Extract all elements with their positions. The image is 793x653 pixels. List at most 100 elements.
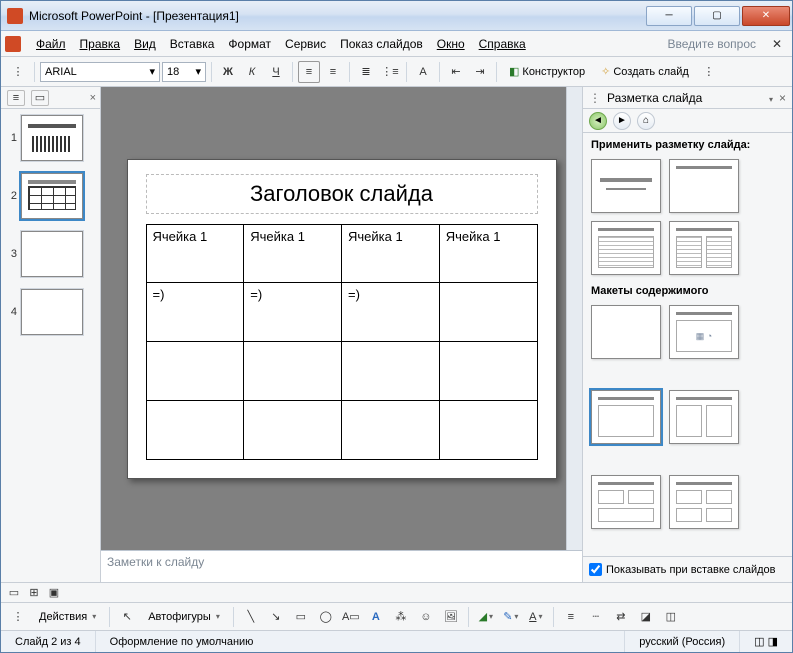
numbered-list-button[interactable]: ≣ <box>355 61 377 83</box>
align-center-button[interactable]: ≡ <box>322 61 344 83</box>
rect-tool[interactable]: ▭ <box>290 606 312 628</box>
bulleted-list-button[interactable]: ⋮≡ <box>379 61 401 83</box>
layout-blank[interactable] <box>591 305 661 359</box>
doc-close-button[interactable]: ✕ <box>772 37 782 51</box>
toolbar-overflow-3[interactable]: ⋮ <box>7 606 29 628</box>
actions-menu[interactable]: Действия <box>32 606 103 628</box>
bold-button[interactable]: Ж <box>217 61 239 83</box>
cell-0-0[interactable]: Ячейка 1 <box>146 224 244 283</box>
decrease-indent-button[interactable]: ⇤ <box>445 61 467 83</box>
wordart-tool[interactable]: A <box>365 606 387 628</box>
cell-1-0[interactable]: =) <box>146 283 244 342</box>
cell-0-2[interactable]: Ячейка 1 <box>342 224 440 283</box>
slide-thumb-4[interactable]: 4 <box>7 289 94 335</box>
cell-2-3[interactable] <box>439 342 537 401</box>
notes-pane[interactable]: Заметки к слайду <box>101 550 582 582</box>
taskpane-close-button[interactable]: × <box>779 91 786 105</box>
nav-home-button[interactable]: ⌂ <box>637 112 655 130</box>
layout-c1[interactable] <box>591 475 661 529</box>
slide-thumb-2[interactable]: 2 <box>7 173 94 219</box>
cell-1-3[interactable] <box>439 283 537 342</box>
pointer-tool[interactable]: ↖ <box>116 606 138 628</box>
outline-tab[interactable]: ≡ <box>7 90 25 106</box>
cell-3-0[interactable] <box>146 400 244 459</box>
layout-c2[interactable] <box>669 475 739 529</box>
menu-file[interactable]: Файл <box>29 34 73 54</box>
slide-canvas[interactable]: Заголовок слайда Ячейка 1Ячейка 1Ячейка … <box>127 159 557 479</box>
slide-title-placeholder[interactable]: Заголовок слайда <box>146 174 538 214</box>
dash-style-button[interactable]: ┄ <box>585 606 607 628</box>
designer-button[interactable]: ◧Конструктор <box>502 61 592 83</box>
fill-color-button[interactable]: ◢ <box>475 606 497 628</box>
layout-content[interactable]: ▦ ◔ <box>669 305 739 359</box>
underline-button[interactable]: Ч <box>265 61 287 83</box>
layout-two-text[interactable] <box>669 221 739 275</box>
cell-3-2[interactable] <box>342 400 440 459</box>
toolbar-overflow-1[interactable]: ⋮ <box>7 61 29 83</box>
sorter-view-button[interactable]: ⊞ <box>25 585 43 601</box>
slideshow-view-button[interactable]: ▣ <box>45 585 63 601</box>
textbox-tool[interactable]: A▭ <box>340 606 362 628</box>
cell-3-3[interactable] <box>439 400 537 459</box>
menu-help[interactable]: Справка <box>472 34 533 54</box>
menu-view[interactable]: Вид <box>127 34 163 54</box>
menu-insert[interactable]: Вставка <box>163 34 222 54</box>
nav-back-button[interactable]: ◄ <box>589 112 607 130</box>
font-size-select[interactable]: 18▾ <box>162 62 206 82</box>
layout-title-text[interactable] <box>591 221 661 275</box>
menu-edit[interactable]: Правка <box>73 34 128 54</box>
cell-0-1[interactable]: Ячейка 1 <box>244 224 342 283</box>
slides-tab[interactable]: ▭ <box>31 90 49 106</box>
slide-table[interactable]: Ячейка 1Ячейка 1Ячейка 1Ячейка 1 =)=)=) <box>146 224 538 460</box>
italic-button[interactable]: К <box>241 61 263 83</box>
cell-0-3[interactable]: Ячейка 1 <box>439 224 537 283</box>
font-size-up-button[interactable]: A <box>412 61 434 83</box>
font-select[interactable]: ARIAL▾ <box>40 62 160 82</box>
taskpane-menu-button[interactable] <box>767 91 773 105</box>
statusbar: Слайд 2 из 4 Оформление по умолчанию рус… <box>1 630 792 652</box>
slide-thumb-3[interactable]: 3 <box>7 231 94 277</box>
line-tool[interactable]: ╲ <box>240 606 262 628</box>
cell-2-1[interactable] <box>244 342 342 401</box>
editor-vscrollbar[interactable] <box>566 87 582 550</box>
autoshapes-menu[interactable]: Автофигуры <box>141 606 227 628</box>
menu-tools[interactable]: Сервис <box>278 34 333 54</box>
layout-title-slide[interactable] <box>591 159 661 213</box>
toolbar-overflow-2[interactable]: ⋮ <box>698 61 720 83</box>
new-slide-button[interactable]: ✧Создать слайд <box>594 61 696 83</box>
layout-title-content-selected[interactable] <box>591 390 661 444</box>
tp-handle-icon[interactable]: ⋮ <box>589 91 601 105</box>
slide-thumb-1[interactable]: 1 <box>7 115 94 161</box>
oval-tool[interactable]: ◯ <box>315 606 337 628</box>
menu-format[interactable]: Формат <box>221 34 278 54</box>
arrow-style-button[interactable]: ⇄ <box>610 606 632 628</box>
layout-two-content[interactable] <box>669 390 739 444</box>
arrow-tool[interactable]: ↘ <box>265 606 287 628</box>
line-weight-button[interactable]: ≡ <box>560 606 582 628</box>
status-language[interactable]: русский (Россия) <box>625 631 740 652</box>
line-color-button[interactable]: ✎ <box>500 606 522 628</box>
menu-window[interactable]: Окно <box>430 34 472 54</box>
shadow-button[interactable]: ◪ <box>635 606 657 628</box>
maximize-button[interactable]: ▢ <box>694 6 740 26</box>
panel-close-icon[interactable]: × <box>90 92 100 104</box>
clipart-tool[interactable]: ☺ <box>415 606 437 628</box>
normal-view-button[interactable]: ▭ <box>5 585 23 601</box>
cell-2-2[interactable] <box>342 342 440 401</box>
font-color-button[interactable]: A <box>525 606 547 628</box>
cell-3-1[interactable] <box>244 400 342 459</box>
3d-button[interactable]: ◫ <box>660 606 682 628</box>
close-button[interactable]: ✕ <box>742 6 790 26</box>
diagram-tool[interactable]: ⁂ <box>390 606 412 628</box>
nav-forward-button[interactable]: ► <box>613 112 631 130</box>
cell-1-2[interactable]: =) <box>342 283 440 342</box>
minimize-button[interactable]: ─ <box>646 6 692 26</box>
picture-tool[interactable]: 🖼 <box>440 606 462 628</box>
align-left-button[interactable]: ≡ <box>298 61 320 83</box>
menu-slideshow[interactable]: Показ слайдов <box>333 34 430 54</box>
layout-title-only[interactable] <box>669 159 739 213</box>
cell-1-1[interactable]: =) <box>244 283 342 342</box>
cell-2-0[interactable] <box>146 342 244 401</box>
increase-indent-button[interactable]: ⇥ <box>469 61 491 83</box>
show-on-insert-checkbox[interactable] <box>589 563 602 576</box>
